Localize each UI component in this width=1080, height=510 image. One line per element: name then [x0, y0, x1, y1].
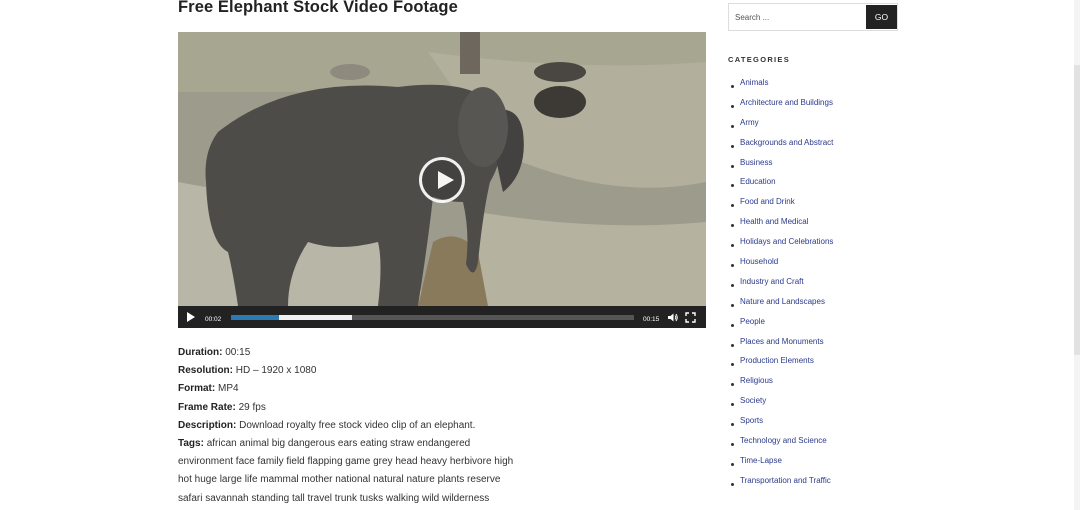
list-item: Architecture and Buildings	[731, 98, 833, 118]
category-link[interactable]: Household	[740, 257, 778, 266]
list-item: Time-Lapse	[731, 456, 833, 476]
category-link[interactable]: Business	[740, 158, 772, 167]
played-bar	[231, 315, 279, 320]
list-item: Religious	[731, 376, 833, 396]
page-scrollbar[interactable]	[1074, 0, 1080, 510]
category-link[interactable]: Places and Monuments	[740, 337, 824, 346]
list-item: Society	[731, 396, 833, 416]
category-link[interactable]: Health and Medical	[740, 217, 808, 226]
detail-resolution: Resolution: HD – 1920 x 1080	[178, 362, 538, 380]
category-link[interactable]: Backgrounds and Abstract	[740, 138, 833, 147]
category-link[interactable]: Food and Drink	[740, 197, 795, 206]
volume-icon[interactable]	[667, 312, 678, 323]
page-title: Free Elephant Stock Video Footage	[178, 0, 458, 16]
duration-label: Duration:	[178, 347, 223, 358]
categories-heading: CATEGORIES	[728, 55, 791, 64]
tags-text: hot huge large life mammal mother nation…	[178, 474, 501, 486]
category-link[interactable]: People	[740, 317, 765, 326]
tags-label: Tags:	[178, 438, 204, 450]
category-link[interactable]: Society	[740, 396, 766, 405]
scrollbar-thumb[interactable]	[1074, 65, 1080, 355]
list-item: Sports	[731, 416, 833, 436]
category-link[interactable]: Nature and Landscapes	[740, 297, 825, 306]
progress-track[interactable]	[231, 315, 634, 320]
list-item: Backgrounds and Abstract	[731, 138, 833, 158]
framerate-label: Frame Rate:	[178, 401, 236, 413]
category-link[interactable]: Army	[740, 118, 759, 127]
tags-text: environment face family field flapping g…	[178, 456, 514, 468]
duration-time: 00:15	[643, 316, 660, 323]
list-item: Household	[731, 257, 833, 277]
category-link[interactable]: Production Elements	[740, 356, 814, 365]
detail-tags: Tags: african animal big dangerous ears …	[178, 435, 538, 453]
search-input[interactable]	[729, 4, 865, 30]
framerate-value: 29 fps	[235, 401, 266, 413]
detail-duration: Duration: 00:15	[178, 344, 538, 362]
fullscreen-icon[interactable]	[685, 312, 696, 323]
list-item: Food and Drink	[731, 197, 833, 217]
duration-value: 00:15	[222, 347, 251, 358]
category-link[interactable]: Transportation and Traffic	[740, 476, 831, 485]
category-link[interactable]: Technology and Science	[740, 436, 827, 445]
detail-description: Description: Download royalty free stock…	[178, 417, 538, 435]
search-go-button[interactable]: GO	[866, 5, 897, 29]
category-link[interactable]: Education	[740, 177, 776, 186]
play-icon	[438, 171, 454, 189]
list-item: Production Elements	[731, 356, 833, 376]
categories-list: Animals Architecture and Buildings Army …	[731, 78, 833, 496]
big-play-button[interactable]	[419, 157, 465, 203]
play-icon[interactable]	[187, 312, 195, 322]
list-item: Places and Monuments	[731, 337, 833, 357]
list-item: Transportation and Traffic	[731, 476, 833, 496]
resolution-label: Resolution:	[178, 365, 233, 377]
category-link[interactable]: Time-Lapse	[740, 456, 782, 465]
list-item: Education	[731, 177, 833, 197]
category-link[interactable]: Sports	[740, 416, 763, 425]
list-item: Nature and Landscapes	[731, 297, 833, 317]
list-item: Health and Medical	[731, 217, 833, 237]
detail-frame-rate: Frame Rate: 29 fps	[178, 399, 538, 417]
video-controls: 00:02 00:15	[178, 306, 706, 328]
list-item: Industry and Craft	[731, 277, 833, 297]
category-link[interactable]: Animals	[740, 78, 768, 87]
video-player[interactable]: 00:02 00:15	[178, 32, 706, 328]
list-item: Animals	[731, 78, 833, 98]
list-item: Business	[731, 158, 833, 178]
detail-format: Format: MP4	[178, 380, 538, 398]
list-item: People	[731, 317, 833, 337]
current-time: 00:02	[205, 316, 222, 323]
category-link[interactable]: Religious	[740, 376, 773, 385]
tags-text: safari savannah standing tall travel tru…	[178, 492, 490, 504]
list-item: Army	[731, 118, 833, 138]
format-label: Format:	[178, 383, 216, 395]
list-item: Holidays and Celebrations	[731, 237, 833, 257]
resolution-value: HD – 1920 x 1080	[233, 365, 317, 377]
category-link[interactable]: Holidays and Celebrations	[740, 237, 833, 246]
description-value: Download royalty free stock video clip o…	[236, 419, 476, 431]
video-details: Duration: 00:15 Resolution: HD – 1920 x …	[178, 344, 538, 508]
tags-text: african animal big dangerous ears eating…	[203, 438, 471, 450]
list-item: Technology and Science	[731, 436, 833, 456]
description-label: Description:	[178, 419, 237, 431]
search-form: GO	[728, 3, 898, 31]
format-value: MP4	[215, 383, 239, 395]
category-link[interactable]: Architecture and Buildings	[740, 98, 833, 107]
category-link[interactable]: Industry and Craft	[740, 277, 804, 286]
